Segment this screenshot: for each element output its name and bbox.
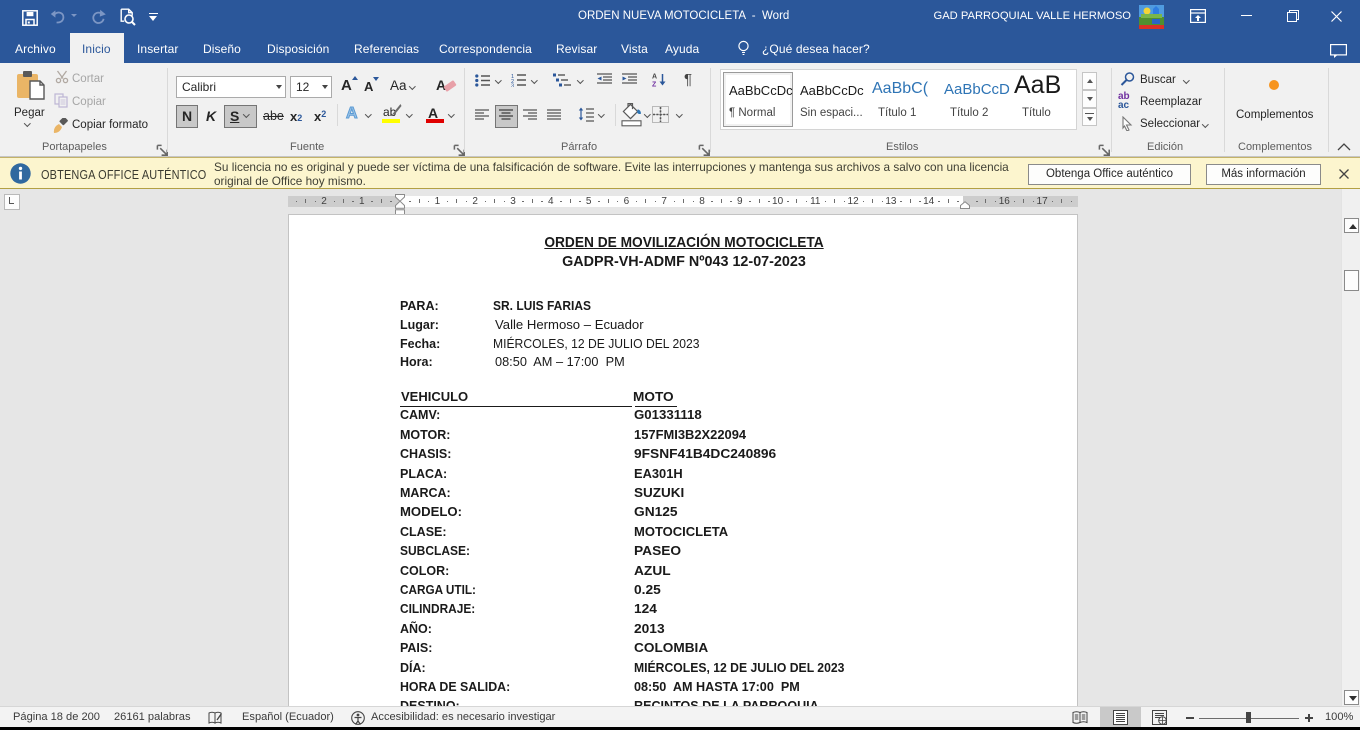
- svg-text:3: 3: [511, 84, 514, 88]
- svg-text:Z: Z: [652, 82, 657, 88]
- svg-text:A: A: [652, 74, 657, 81]
